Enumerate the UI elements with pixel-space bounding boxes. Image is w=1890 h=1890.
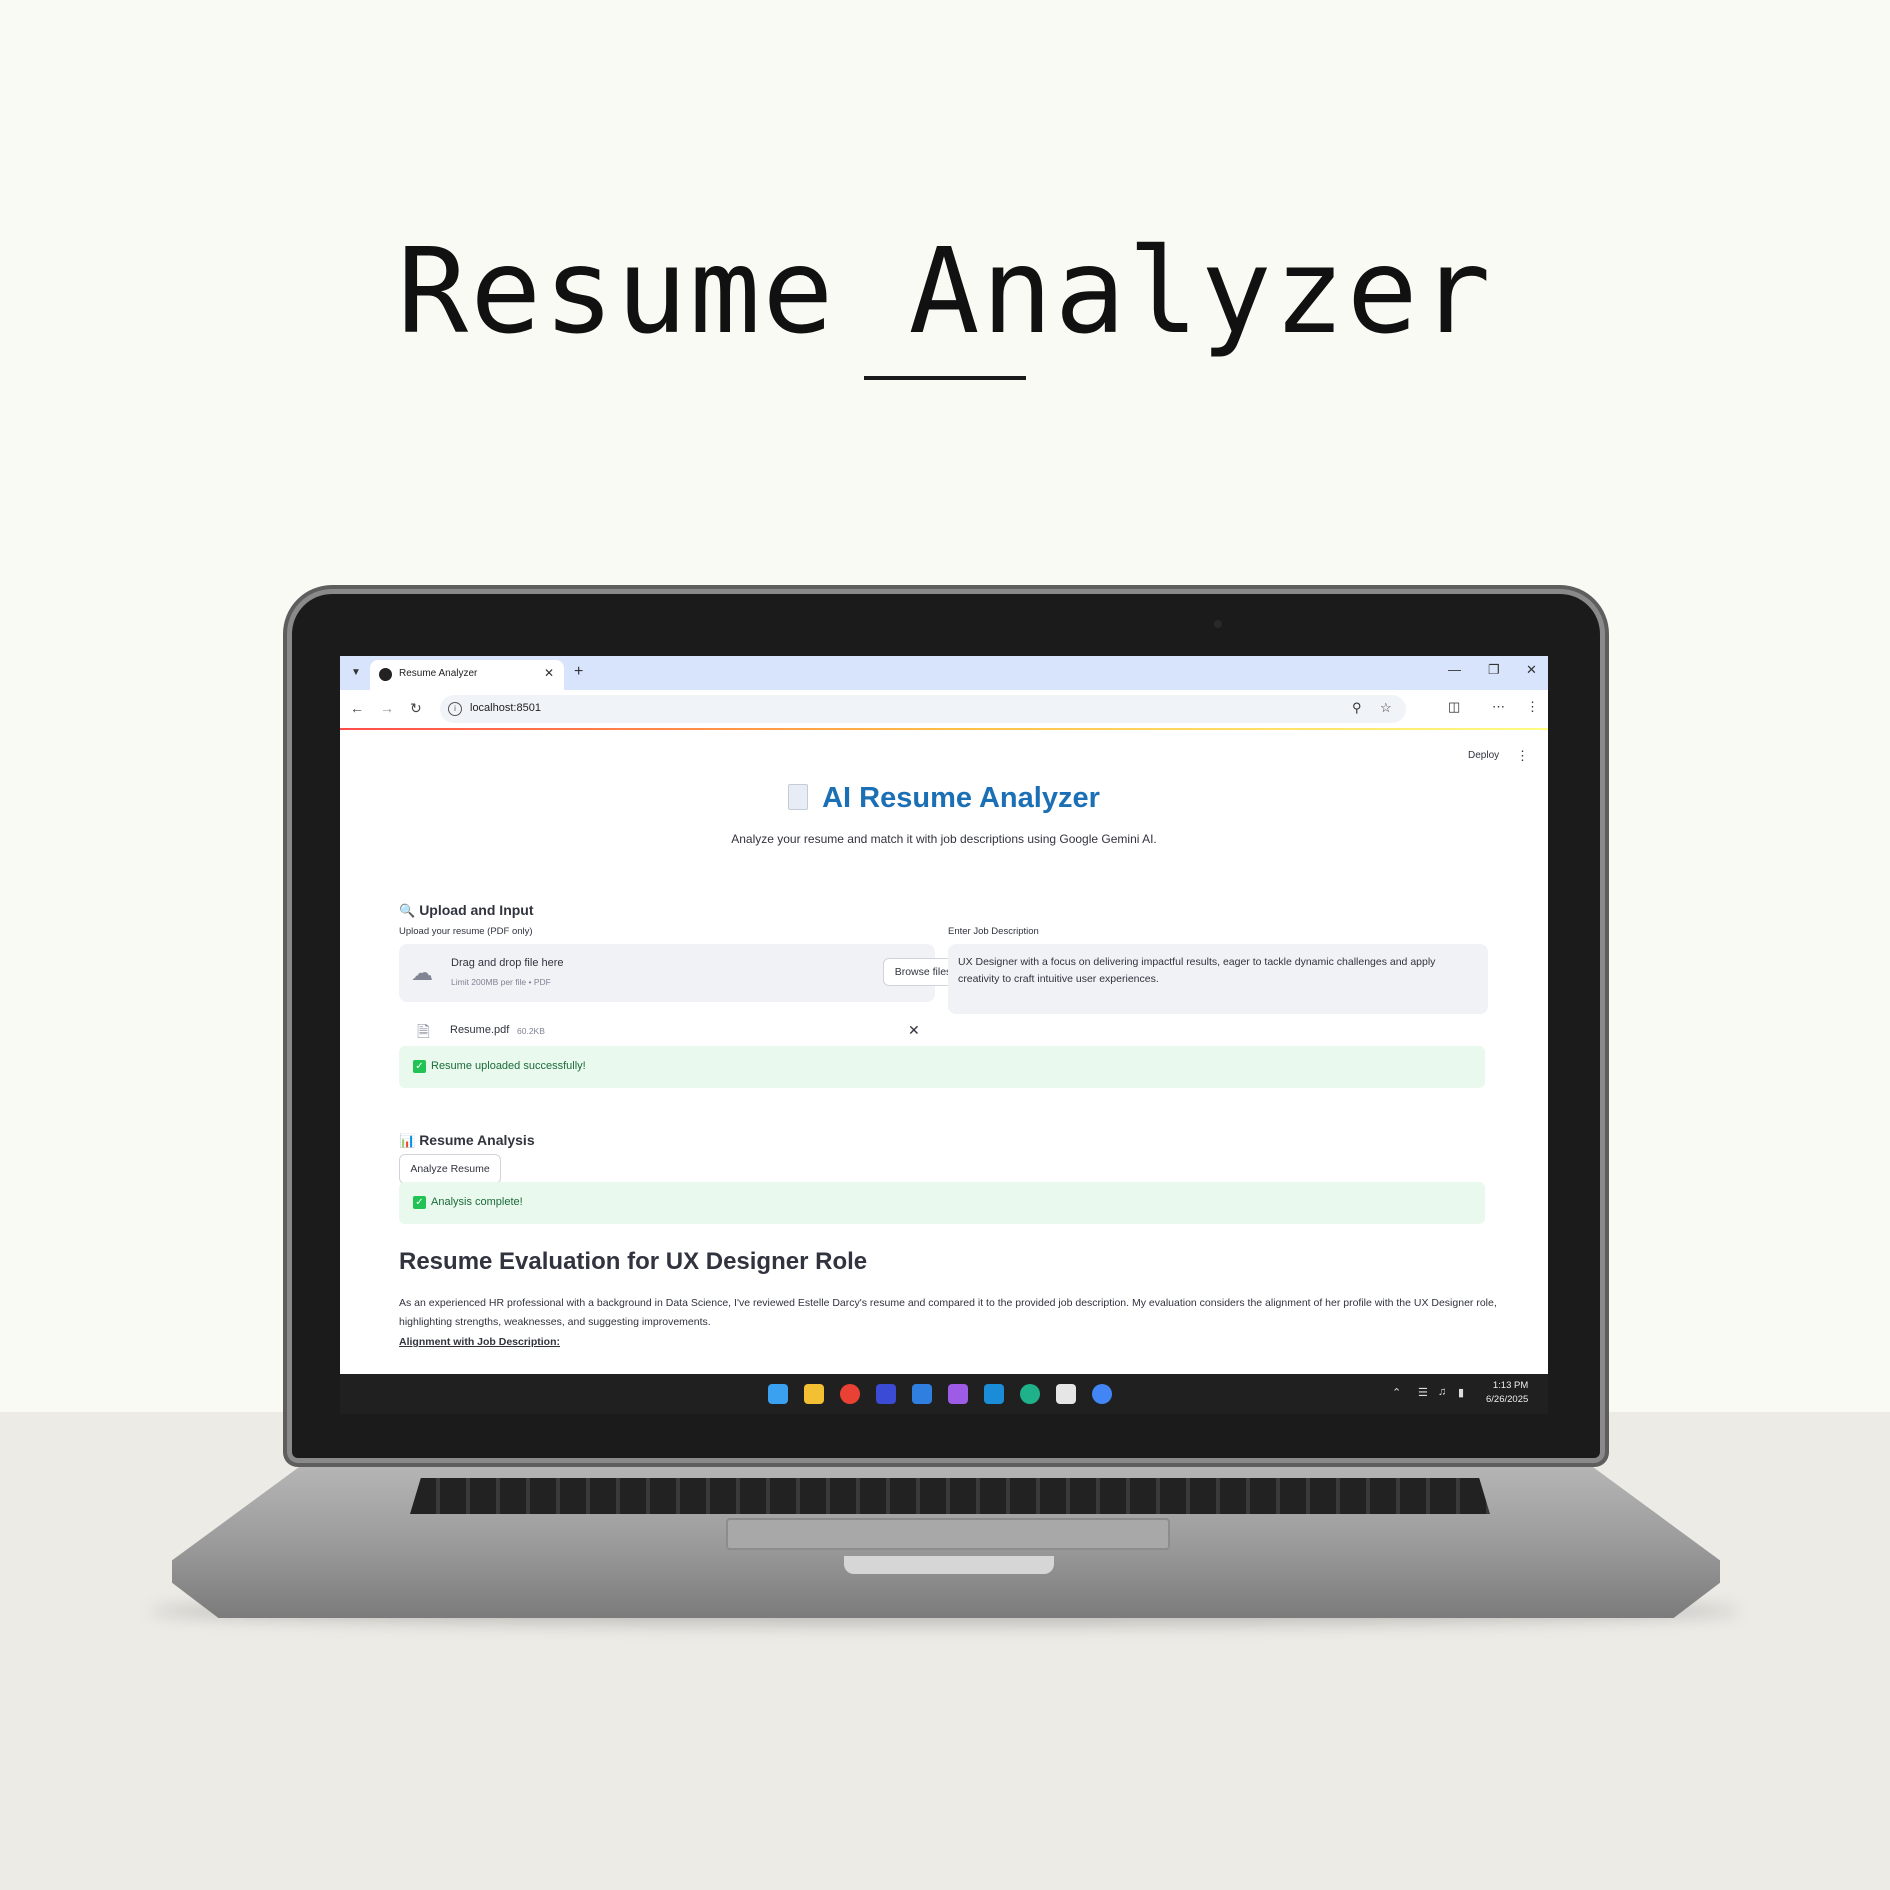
address-bar[interactable]: i localhost:8501 ⚲ ☆ bbox=[440, 695, 1406, 723]
tab-resume-analyzer[interactable]: Resume Analyzer ✕ bbox=[370, 660, 564, 690]
restore-icon[interactable]: ❐ bbox=[1488, 662, 1500, 678]
uploaded-file-name: Resume.pdf bbox=[450, 1024, 510, 1036]
extensions-icon[interactable]: ◫ bbox=[1448, 699, 1460, 715]
site-info-icon[interactable]: i bbox=[448, 702, 462, 716]
browser-toolbar: ← → ↻ i localhost:8501 ⚲ ☆ ◫ ⋯ ⋮ bbox=[340, 690, 1548, 728]
analysis-complete-alert: ✓ Analysis complete! bbox=[399, 1182, 1485, 1224]
browser-tab-strip: ▼ Resume Analyzer ✕ + — ❐ ✕ bbox=[340, 656, 1548, 690]
reload-icon[interactable]: ↻ bbox=[410, 700, 422, 717]
page-title-row: AI Resume Analyzer bbox=[340, 782, 1548, 815]
dropzone-main-text: Drag and drop file here bbox=[451, 957, 564, 969]
webcam bbox=[1214, 620, 1222, 628]
upload-success-alert: ✓ Resume uploaded successfully! bbox=[399, 1046, 1485, 1088]
tab-title: Resume Analyzer bbox=[399, 668, 478, 679]
alignment-subheading: Alignment with Job Description: bbox=[399, 1336, 561, 1348]
window-close-icon[interactable]: ✕ bbox=[1526, 662, 1537, 678]
app-icon[interactable] bbox=[984, 1384, 1004, 1404]
hero-title: Resume Analyzer bbox=[397, 222, 1493, 360]
tab-search-dropdown-icon[interactable]: ▼ bbox=[346, 663, 366, 683]
check-icon: ✓ bbox=[413, 1196, 426, 1209]
analyze-resume-button[interactable]: Analyze Resume bbox=[399, 1154, 501, 1184]
magnifier-icon: 🔍 bbox=[399, 903, 416, 918]
uploaded-file-size: 60.2KB bbox=[517, 1026, 545, 1036]
deploy-button[interactable]: Deploy bbox=[1468, 750, 1499, 761]
bookmark-star-icon[interactable]: ☆ bbox=[1380, 700, 1392, 716]
document-icon bbox=[788, 784, 809, 810]
store-icon[interactable] bbox=[1056, 1384, 1076, 1404]
url-text: localhost:8501 bbox=[470, 702, 541, 714]
back-arrow-icon[interactable]: ← bbox=[350, 700, 364, 716]
volume-icon[interactable]: ♫ bbox=[1438, 1386, 1446, 1398]
clock-time: 1:13 PM bbox=[1492, 1380, 1529, 1391]
forward-arrow-icon[interactable]: → bbox=[380, 700, 394, 716]
remove-file-icon[interactable]: ✕ bbox=[908, 1022, 920, 1039]
chevron-up-icon[interactable]: ⌃ bbox=[1392, 1386, 1401, 1399]
job-description-label: Enter Job Description bbox=[948, 926, 1039, 937]
app-icon[interactable] bbox=[876, 1384, 896, 1404]
laptop-notch bbox=[844, 1556, 1054, 1574]
evaluation-heading: Resume Evaluation for UX Designer Role bbox=[399, 1248, 868, 1275]
tab-close-icon[interactable]: ✕ bbox=[544, 666, 554, 680]
hero-underline bbox=[864, 376, 1026, 380]
file-icon: 🗎 bbox=[417, 1024, 430, 1041]
file-explorer-icon[interactable] bbox=[804, 1384, 824, 1404]
bar-chart-icon: 📊 bbox=[399, 1133, 416, 1148]
browser-menu-icon[interactable]: ⋮ bbox=[1526, 699, 1539, 715]
zoom-icon[interactable]: ⚲ bbox=[1352, 700, 1362, 716]
job-description-input[interactable]: UX Designer with a focus on delivering i… bbox=[948, 944, 1488, 1014]
analysis-section-heading: 📊 Resume Analysis bbox=[399, 1132, 535, 1148]
file-dropzone[interactable]: ☁ Drag and drop file here Limit 200MB pe… bbox=[399, 944, 963, 1002]
windows-taskbar: ⌃ ☰ ♫ ▮ 1:13 PM 6/26/2025 bbox=[340, 1374, 1548, 1414]
cloud-upload-icon: ☁ bbox=[411, 960, 433, 985]
laptop-keyboard bbox=[410, 1478, 1490, 1514]
edge-icon[interactable] bbox=[1020, 1384, 1040, 1404]
app-content: Deploy ⋮ AI Resume Analyzer Analyze your… bbox=[340, 730, 1548, 1360]
profile-icon[interactable]: ⋯ bbox=[1492, 699, 1505, 715]
dropzone-limit-text: Limit 200MB per file • PDF bbox=[451, 977, 551, 987]
clock-date: 6/26/2025 bbox=[1486, 1394, 1529, 1405]
start-menu-icon[interactable] bbox=[768, 1384, 788, 1404]
app-menu-icon[interactable]: ⋮ bbox=[1516, 748, 1529, 764]
laptop-screen: ▼ Resume Analyzer ✕ + — ❐ ✕ ← → ↻ i loca… bbox=[340, 656, 1548, 1414]
upload-label: Upload your resume (PDF only) bbox=[399, 926, 533, 937]
page-subtitle: Analyze your resume and match it with jo… bbox=[731, 832, 1157, 846]
battery-icon[interactable]: ▮ bbox=[1458, 1386, 1464, 1399]
check-icon: ✓ bbox=[413, 1060, 426, 1073]
page-title: AI Resume Analyzer bbox=[822, 782, 1100, 814]
system-clock[interactable]: 1:13 PM 6/26/2025 bbox=[1486, 1379, 1528, 1407]
minimize-icon[interactable]: — bbox=[1448, 662, 1461, 677]
chrome-icon[interactable] bbox=[840, 1384, 860, 1404]
todo-icon[interactable] bbox=[912, 1384, 932, 1404]
analysis-complete-text: Analysis complete! bbox=[431, 1196, 523, 1208]
wifi-icon[interactable]: ☰ bbox=[1418, 1386, 1428, 1399]
copilot-icon[interactable] bbox=[948, 1384, 968, 1404]
chrome-active-icon[interactable] bbox=[1092, 1384, 1112, 1404]
evaluation-paragraph: As an experienced HR professional with a… bbox=[399, 1297, 1497, 1328]
upload-success-text: Resume uploaded successfully! bbox=[431, 1060, 586, 1072]
new-tab-button[interactable]: + bbox=[574, 663, 583, 681]
streamlit-favicon-icon bbox=[379, 668, 392, 681]
laptop-touchpad bbox=[726, 1518, 1170, 1550]
upload-section-heading: 🔍 Upload and Input bbox=[399, 902, 534, 918]
